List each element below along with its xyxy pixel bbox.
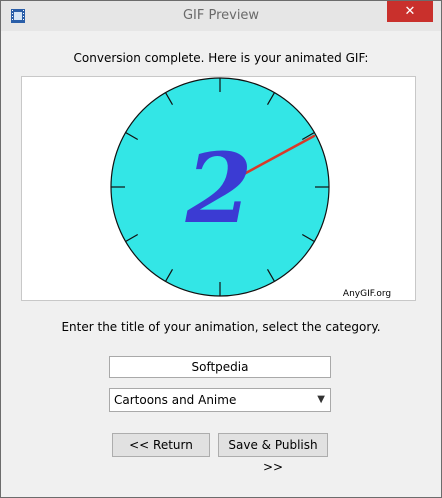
instruction-text: Enter the title of your animation, selec…: [61, 320, 381, 334]
conversion-status-text: Conversion complete. Here is your animat…: [73, 51, 369, 65]
close-icon: ✕: [404, 4, 416, 19]
animation-title-input[interactable]: Softpedia: [109, 356, 331, 378]
anygif-watermark: AnyGIF.org: [343, 289, 391, 299]
save-publish-button[interactable]: Save & Publish >>: [218, 433, 328, 474]
animation-title-value: Softpedia: [191, 360, 249, 374]
category-dropdown[interactable]: Cartoons and Anime ▼: [109, 388, 331, 412]
category-selected-value: Cartoons and Anime: [114, 393, 237, 407]
chevron-down-icon: ▼: [317, 394, 325, 405]
close-button[interactable]: ✕: [387, 1, 433, 22]
animated-gif-preview: 2 AnyGIF.org: [110, 77, 391, 299]
window-title: GIF Preview: [182, 8, 260, 23]
gif-preview-area: 2 AnyGIF.org: [21, 76, 416, 301]
return-button[interactable]: << Return: [112, 433, 210, 457]
gif-preview-window: GIF Preview ✕ Conversion complete. Here …: [0, 0, 442, 498]
clock-digit: 2: [185, 132, 253, 245]
title-bar: GIF Preview ✕: [1, 1, 441, 31]
